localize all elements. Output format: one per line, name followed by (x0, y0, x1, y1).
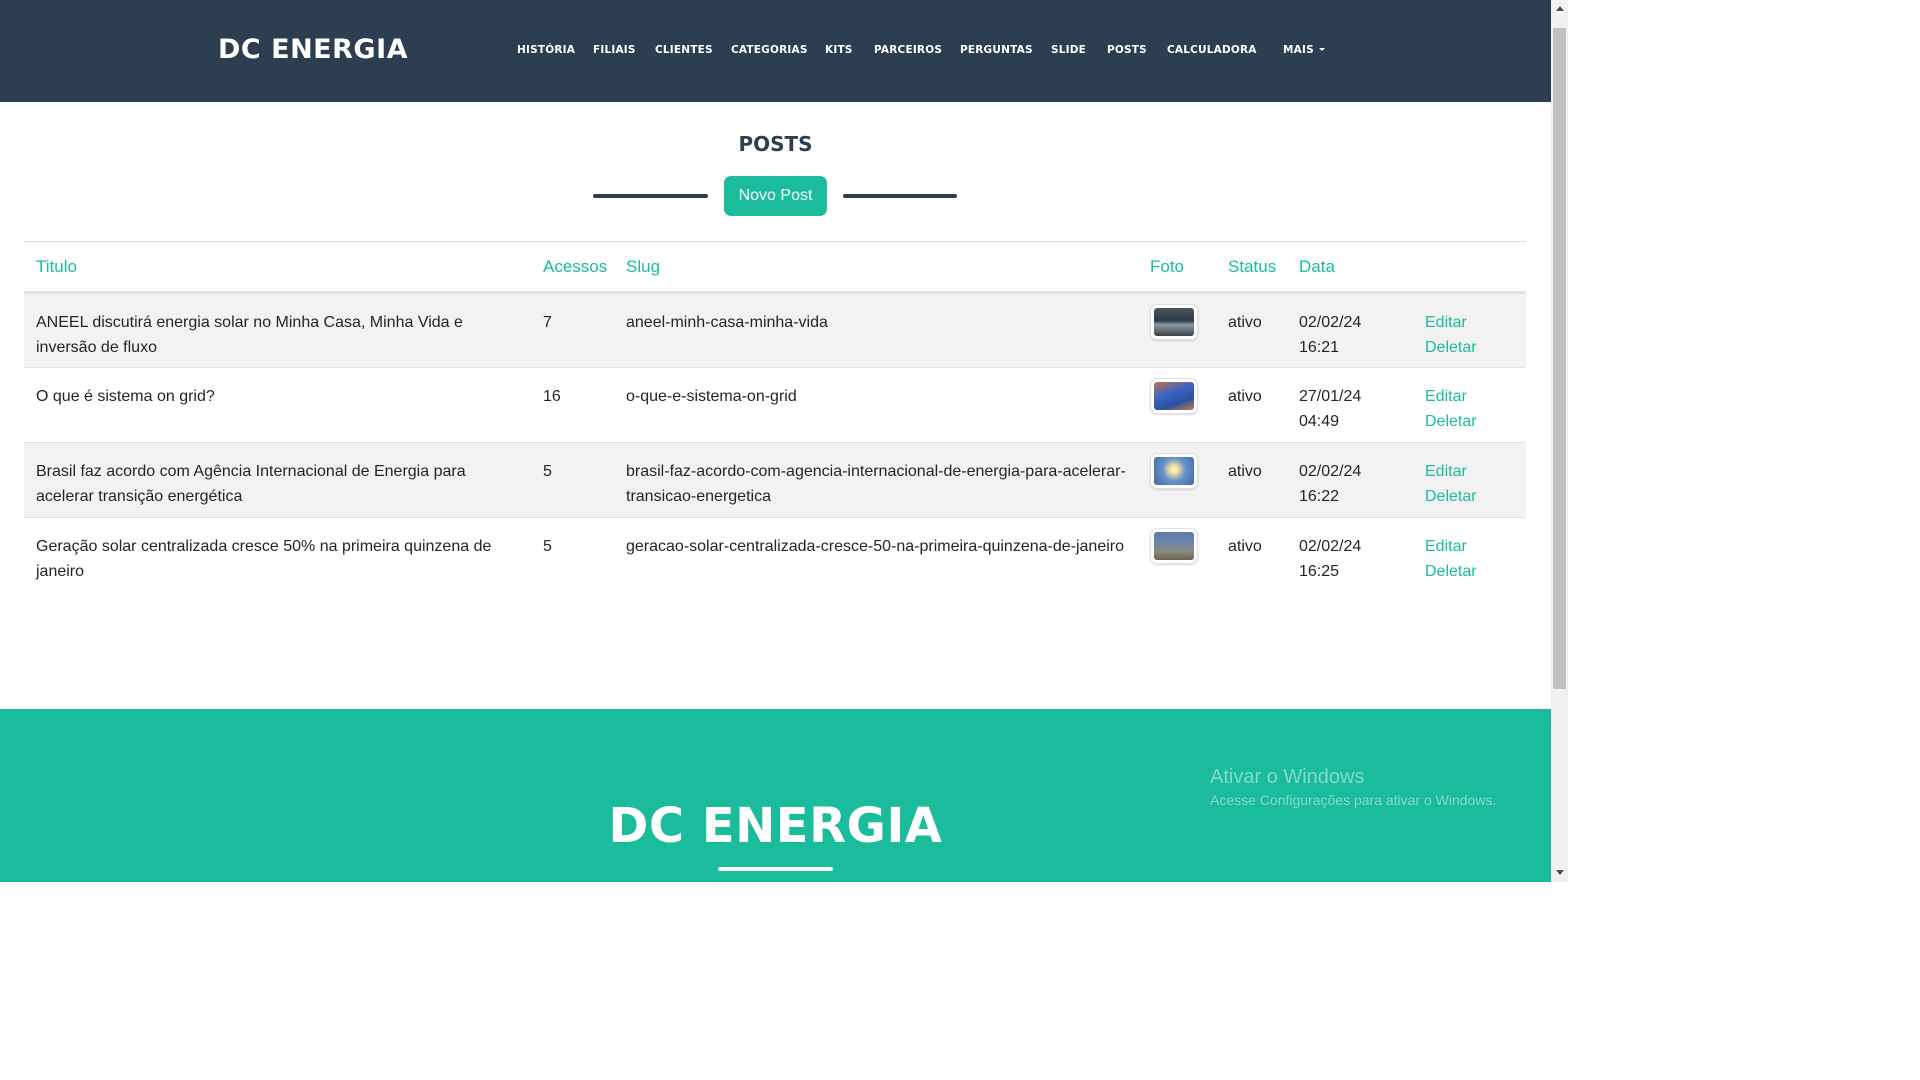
post-date: 02/02/24 (1299, 538, 1362, 555)
new-post-button[interactable]: Novo Post (724, 176, 827, 216)
vertical-scrollbar[interactable] (1551, 0, 1568, 882)
column-header-status: Status (1228, 256, 1277, 276)
solar-field-photo-icon (1154, 532, 1194, 560)
nav-link-filiais[interactable]: FILIAIS (593, 42, 636, 58)
post-title: ANEEL discutirá energia solar no Minha C… (36, 314, 463, 356)
edit-post-link[interactable]: Editar (1425, 534, 1514, 559)
footer-divider (718, 867, 833, 871)
post-views: 16 (543, 388, 561, 405)
post-date: 02/02/24 (1299, 314, 1362, 331)
post-date: 02/02/24 (1299, 463, 1362, 480)
brand-logo[interactable]: DC ENERGIA (218, 30, 408, 70)
post-photo-cell (1138, 293, 1216, 368)
solar-panels-photo-icon (1154, 382, 1194, 410)
post-views: 5 (543, 538, 552, 555)
post-slug: o-que-e-sistema-on-grid (626, 388, 797, 405)
post-time: 16:25 (1299, 563, 1340, 580)
column-header-actions (1413, 242, 1526, 293)
watermark-title: Ativar o Windows (1210, 766, 1365, 788)
post-title: O que é sistema on grid? (36, 388, 215, 405)
post-date: 27/01/24 (1299, 388, 1362, 405)
nav-dropdown-mais-label: MAIS (1283, 44, 1314, 56)
top-navbar: DC ENERGIA HISTÓRIA FILIAIS CLIENTES CAT… (0, 0, 1551, 102)
post-time: 16:22 (1299, 488, 1340, 505)
column-header-title: Titulo (36, 256, 77, 276)
sunrise-photo-icon (1154, 457, 1194, 485)
nav-link-kits[interactable]: KITS (825, 42, 853, 58)
post-title: Brasil faz acordo com Agência Internacio… (36, 463, 466, 505)
edit-post-link[interactable]: Editar (1425, 459, 1514, 484)
nav-link-perguntas[interactable]: PERGUNTAS (960, 42, 1033, 58)
post-actions-cell: Editar Deletar (1413, 368, 1526, 443)
post-status: ativo (1228, 538, 1262, 555)
column-header-slug: Slug (626, 256, 661, 276)
post-thumbnail (1150, 378, 1198, 414)
nav-link-slide[interactable]: SLIDE (1051, 42, 1086, 58)
post-time: 04:49 (1299, 413, 1340, 430)
windows-activation-watermark: Ativar o Windows Acesse Configurações pa… (1210, 764, 1496, 810)
post-views: 7 (543, 314, 552, 331)
delete-post-link[interactable]: Deletar (1425, 484, 1514, 509)
post-time: 16:21 (1299, 339, 1340, 356)
scroll-down-arrow-icon[interactable] (1556, 870, 1564, 875)
post-date-cell: 02/02/24 16:21 (1287, 293, 1413, 368)
post-date-cell: 02/02/24 16:22 (1287, 443, 1413, 518)
heading-divider-left (593, 194, 708, 198)
post-status: ativo (1228, 463, 1262, 480)
nav-link-calculadora[interactable]: CALCULADORA (1167, 42, 1257, 58)
post-slug: brasil-faz-acordo-com-agencia-internacio… (626, 463, 1126, 505)
post-date-cell: 27/01/24 04:49 (1287, 368, 1413, 443)
posts-table-container: Titulo Acessos Slug Foto Status Data ANE… (24, 241, 1526, 593)
post-slug: aneel-minh-casa-minha-vida (626, 314, 828, 331)
post-actions-cell: Editar Deletar (1413, 518, 1526, 593)
nav-link-categorias[interactable]: CATEGORIAS (731, 42, 808, 58)
nav-link-posts[interactable]: POSTS (1107, 42, 1147, 58)
delete-post-link[interactable]: Deletar (1425, 335, 1514, 360)
post-photo-cell (1138, 518, 1216, 593)
scrollbar-thumb[interactable] (1553, 28, 1566, 689)
edit-post-link[interactable]: Editar (1425, 384, 1514, 409)
scroll-up-arrow-icon[interactable] (1556, 6, 1564, 11)
table-header-row: Titulo Acessos Slug Foto Status Data (24, 241, 1526, 293)
post-actions-cell: Editar Deletar (1413, 293, 1526, 368)
post-thumbnail (1150, 453, 1198, 489)
table-row: Brasil faz acordo com Agência Internacio… (24, 442, 1526, 518)
table-row: ANEEL discutirá energia solar no Minha C… (24, 292, 1526, 368)
post-photo-cell (1138, 368, 1216, 443)
nav-link-parceiros[interactable]: PARCEIROS (874, 42, 942, 58)
post-date-cell: 02/02/24 16:25 (1287, 518, 1413, 593)
edit-post-link[interactable]: Editar (1425, 310, 1514, 335)
nav-dropdown-mais[interactable]: MAIS (1283, 42, 1325, 58)
column-header-photo: Foto (1150, 256, 1185, 276)
post-actions-cell: Editar Deletar (1413, 443, 1526, 518)
table-row: O que é sistema on grid? 16 o-que-e-sist… (24, 368, 1526, 443)
table-row: Geração solar centralizada cresce 50% na… (24, 518, 1526, 593)
column-header-views: Acessos (543, 256, 608, 276)
nav-link-historia[interactable]: HISTÓRIA (517, 42, 575, 58)
post-thumbnail (1150, 528, 1198, 564)
post-thumbnail (1150, 304, 1198, 340)
posts-table: Titulo Acessos Slug Foto Status Data ANE… (24, 241, 1526, 593)
post-status: ativo (1228, 314, 1262, 331)
post-views: 5 (543, 463, 552, 480)
delete-post-link[interactable]: Deletar (1425, 409, 1514, 434)
watermark-subtitle: Acesse Configurações para ativar o Windo… (1210, 792, 1497, 808)
post-slug: geracao-solar-centralizada-cresce-50-na-… (626, 538, 1125, 555)
page-title: POSTS (738, 132, 813, 156)
post-status: ativo (1228, 388, 1262, 405)
caret-down-icon (1318, 48, 1325, 51)
column-header-date: Data (1299, 256, 1335, 276)
office-photo-icon (1154, 308, 1194, 336)
post-title: Geração solar centralizada cresce 50% na… (36, 538, 492, 580)
heading-divider-right (843, 194, 957, 198)
post-photo-cell (1138, 443, 1216, 518)
nav-link-clientes[interactable]: CLIENTES (655, 42, 713, 58)
delete-post-link[interactable]: Deletar (1425, 559, 1514, 584)
